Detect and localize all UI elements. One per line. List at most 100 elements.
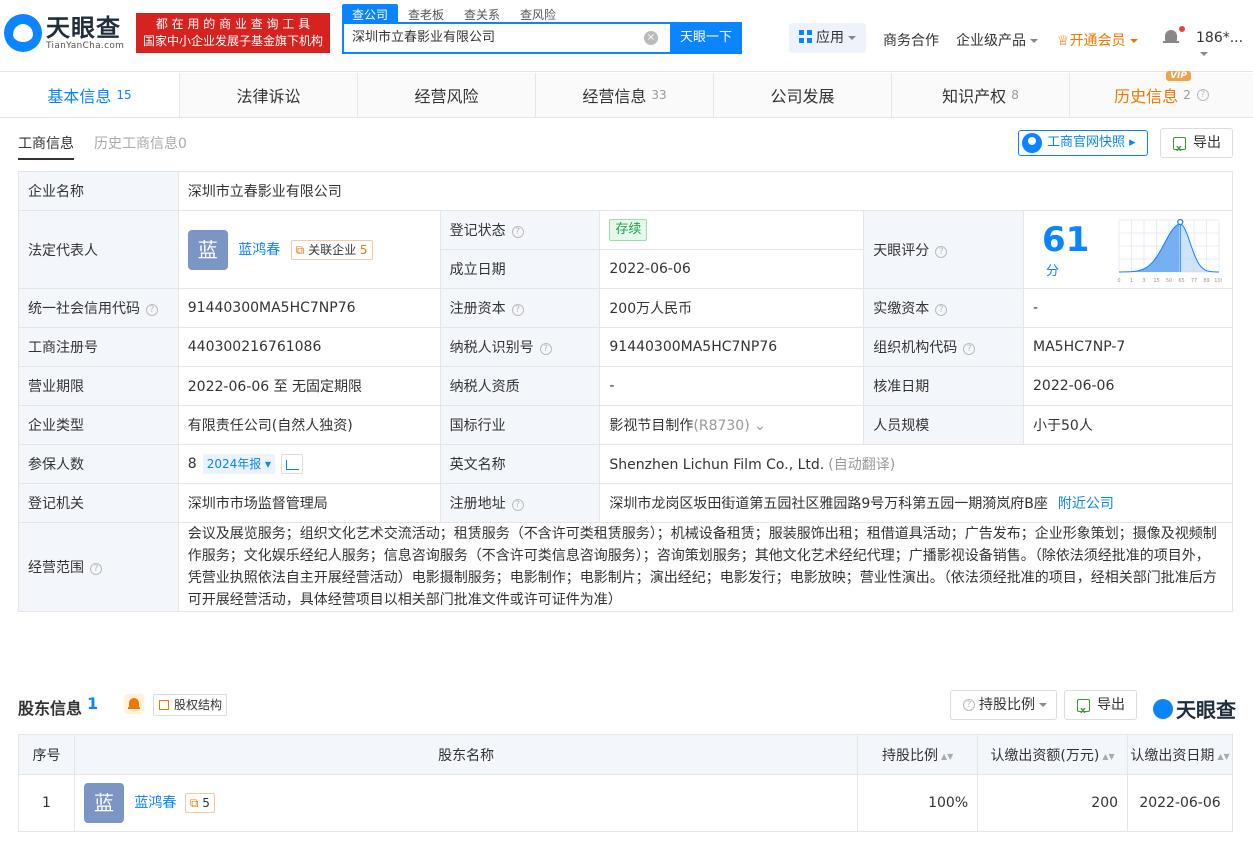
- subtab-history-business[interactable]: 历史工商信息0: [94, 136, 187, 152]
- snapshot-label: 工商官网快照: [1047, 135, 1126, 150]
- notification-bell-icon[interactable]: [1163, 29, 1179, 45]
- chevron-down-icon: ⌄: [754, 418, 766, 434]
- col-date[interactable]: 认缴出资日期 ▲▼: [1127, 734, 1233, 775]
- related-companies-tag[interactable]: ⧉ 5: [184, 793, 215, 813]
- legal-rep-link[interactable]: 蓝鸿春: [238, 242, 280, 258]
- help-icon[interactable]: ?: [511, 226, 524, 238]
- help-icon[interactable]: ?: [90, 563, 102, 575]
- app-menu[interactable]: 应用: [789, 23, 866, 53]
- trend-chart-icon[interactable]: [281, 454, 304, 474]
- en-name: Shenzhen Lichun Film Co., Ltd.: [609, 457, 825, 473]
- logo[interactable]: 天眼查 TianYanCha.com: [4, 14, 124, 52]
- user-phone: 186*...: [1196, 30, 1244, 46]
- relation-icon: ⧉: [295, 242, 305, 257]
- row-ratio: 100%: [857, 774, 979, 832]
- tax-qual: -: [599, 366, 865, 406]
- insured-cell: 8 2024年报 ▾: [177, 444, 441, 484]
- row-name-cell: 蓝 蓝鸿春 ⧉ 5: [73, 774, 859, 832]
- chevron-down-icon: [1200, 52, 1208, 56]
- label-text: 实缴资本: [873, 301, 930, 317]
- nav-enterprise[interactable]: 企业级产品: [956, 30, 1038, 50]
- nav-business[interactable]: 商务合作: [883, 30, 939, 50]
- help-icon[interactable]: ?: [511, 499, 524, 511]
- avatar[interactable]: 蓝: [187, 229, 228, 270]
- sort-icon: ▲▼: [1217, 751, 1230, 761]
- sort-icon: ▲▼: [941, 751, 954, 761]
- org-code-label: 组织机构代码?: [863, 327, 1024, 367]
- authority-label: 登记机关: [18, 483, 179, 523]
- term: 2022-06-06 至 无固定期限: [177, 366, 441, 406]
- avatar[interactable]: 蓝: [83, 783, 124, 823]
- row-no: 1: [18, 774, 75, 832]
- excel-icon: [1077, 697, 1090, 725]
- help-icon[interactable]: ?: [146, 304, 158, 316]
- search-button[interactable]: 天眼一下: [670, 22, 742, 54]
- chart-tick-label: 65: [1179, 278, 1185, 284]
- search-input[interactable]: 深圳市立春影业有限公司: [342, 22, 670, 54]
- tab-operation-risk[interactable]: 经营风险: [358, 73, 536, 117]
- chevron-down-icon: [848, 36, 856, 40]
- help-icon[interactable]: ?: [1196, 89, 1209, 101]
- relation-icon: ⧉: [189, 796, 199, 810]
- slogan-line1: 都 在 用 的 商 业 查 询 工 具: [155, 17, 311, 31]
- help-icon[interactable]: ?: [511, 304, 524, 316]
- help-icon[interactable]: ?: [963, 343, 976, 355]
- col-label: 认缴出资日期: [1130, 747, 1215, 764]
- related-companies-tag[interactable]: ⧉ 关联企业 5: [290, 239, 373, 260]
- business-scope: 会议及展览服务；组织文化艺术交流活动；租赁服务（不含许可类租赁服务）；机械设备租…: [177, 522, 1234, 612]
- help-icon[interactable]: ?: [935, 304, 948, 316]
- subtab-business-info[interactable]: 工商信息: [18, 136, 74, 160]
- col-ratio[interactable]: 持股比例 ▲▼: [857, 734, 979, 775]
- shareholder-link[interactable]: 蓝鸿春: [134, 795, 176, 811]
- tab-operation-info[interactable]: 经营信息 33: [536, 73, 714, 117]
- ratio-sort-dropdown[interactable]: ? 持股比例: [950, 690, 1057, 720]
- tax-qual-label: 纳税人资质: [439, 366, 601, 406]
- industry-cell[interactable]: 影视节目制作(R8730) ⌄: [599, 405, 865, 445]
- equity-label: 股权结构: [174, 698, 223, 712]
- paid-capital-label: 实缴资本?: [863, 288, 1024, 328]
- tab-development[interactable]: 公司发展: [714, 73, 892, 117]
- en-name-cell: Shenzhen Lichun Film Co., Ltd. (自动翻译): [599, 444, 1233, 484]
- chevron-down-icon: [1039, 703, 1047, 707]
- nav-enterprise-label: 企业级产品: [956, 33, 1026, 49]
- shareholders-title: 股东信息: [18, 699, 83, 718]
- export-label: 导出: [1097, 697, 1125, 713]
- industry-label: 国标行业: [439, 405, 601, 445]
- table-row: 1 蓝 蓝鸿春 ⧉ 5 100% 200 2022-06-06: [18, 774, 1233, 832]
- chart-tick-label: 0: [1118, 278, 1121, 284]
- found-date-label: 成立日期: [439, 249, 601, 289]
- nav-vip-label: 开通会员: [1069, 33, 1126, 49]
- shareholders-count: 1: [87, 694, 99, 713]
- score-cell[interactable]: 61 分 0 1 3 15 50 65 77 89 100: [1023, 210, 1233, 289]
- nav-vip[interactable]: ♕开通会员: [1057, 30, 1138, 50]
- shareholders-export-button[interactable]: 导出: [1064, 690, 1137, 725]
- app-menu-label: 应用: [816, 30, 844, 46]
- reg-status-cell: 存续: [599, 210, 865, 250]
- en-name-note: (自动翻译): [828, 457, 896, 473]
- tab-ip[interactable]: 知识产权 8: [892, 73, 1070, 117]
- equity-structure-button[interactable]: 股权结构: [153, 694, 227, 716]
- col-amount[interactable]: 认缴出资额(万元) ▲▼: [977, 734, 1129, 775]
- export-button[interactable]: 导出: [1160, 128, 1233, 163]
- score-label: 天眼评分?: [863, 210, 1024, 289]
- user-icon: [1022, 133, 1042, 153]
- brand-watermark: 天眼查: [1153, 694, 1236, 723]
- nearby-companies-link[interactable]: 附近公司: [1058, 496, 1114, 512]
- tab-basic-info[interactable]: 基本信息 15: [0, 73, 180, 117]
- clear-icon[interactable]: ×: [644, 31, 658, 45]
- help-icon[interactable]: ?: [539, 343, 552, 355]
- monitor-bell-icon[interactable]: [124, 694, 144, 714]
- tab-history[interactable]: 历史信息 2? VIP: [1070, 71, 1253, 117]
- help-icon[interactable]: ?: [935, 245, 948, 258]
- official-snapshot-button[interactable]: 工商官网快照 ▸: [1018, 130, 1148, 156]
- annual-report-dropdown[interactable]: 2024年报 ▾: [202, 454, 276, 474]
- label-text: 纳税人识别号: [449, 340, 534, 356]
- crown-icon: ♕: [1057, 33, 1070, 49]
- report-label: 2024年报: [206, 457, 262, 471]
- sort-icon: ▲▼: [1102, 751, 1115, 761]
- user-menu[interactable]: 186*...: [1196, 30, 1253, 62]
- shareholders-table: 序号 股东名称 持股比例 ▲▼ 认缴出资额(万元) ▲▼ 认缴出资日期 ▲▼ 1 蓝 …: [18, 734, 1233, 832]
- brand-text: 天眼查: [1176, 698, 1236, 722]
- sub-tabs: 工商信息 历史工商信息0: [18, 133, 187, 160]
- tab-litigation[interactable]: 法律诉讼: [180, 73, 358, 117]
